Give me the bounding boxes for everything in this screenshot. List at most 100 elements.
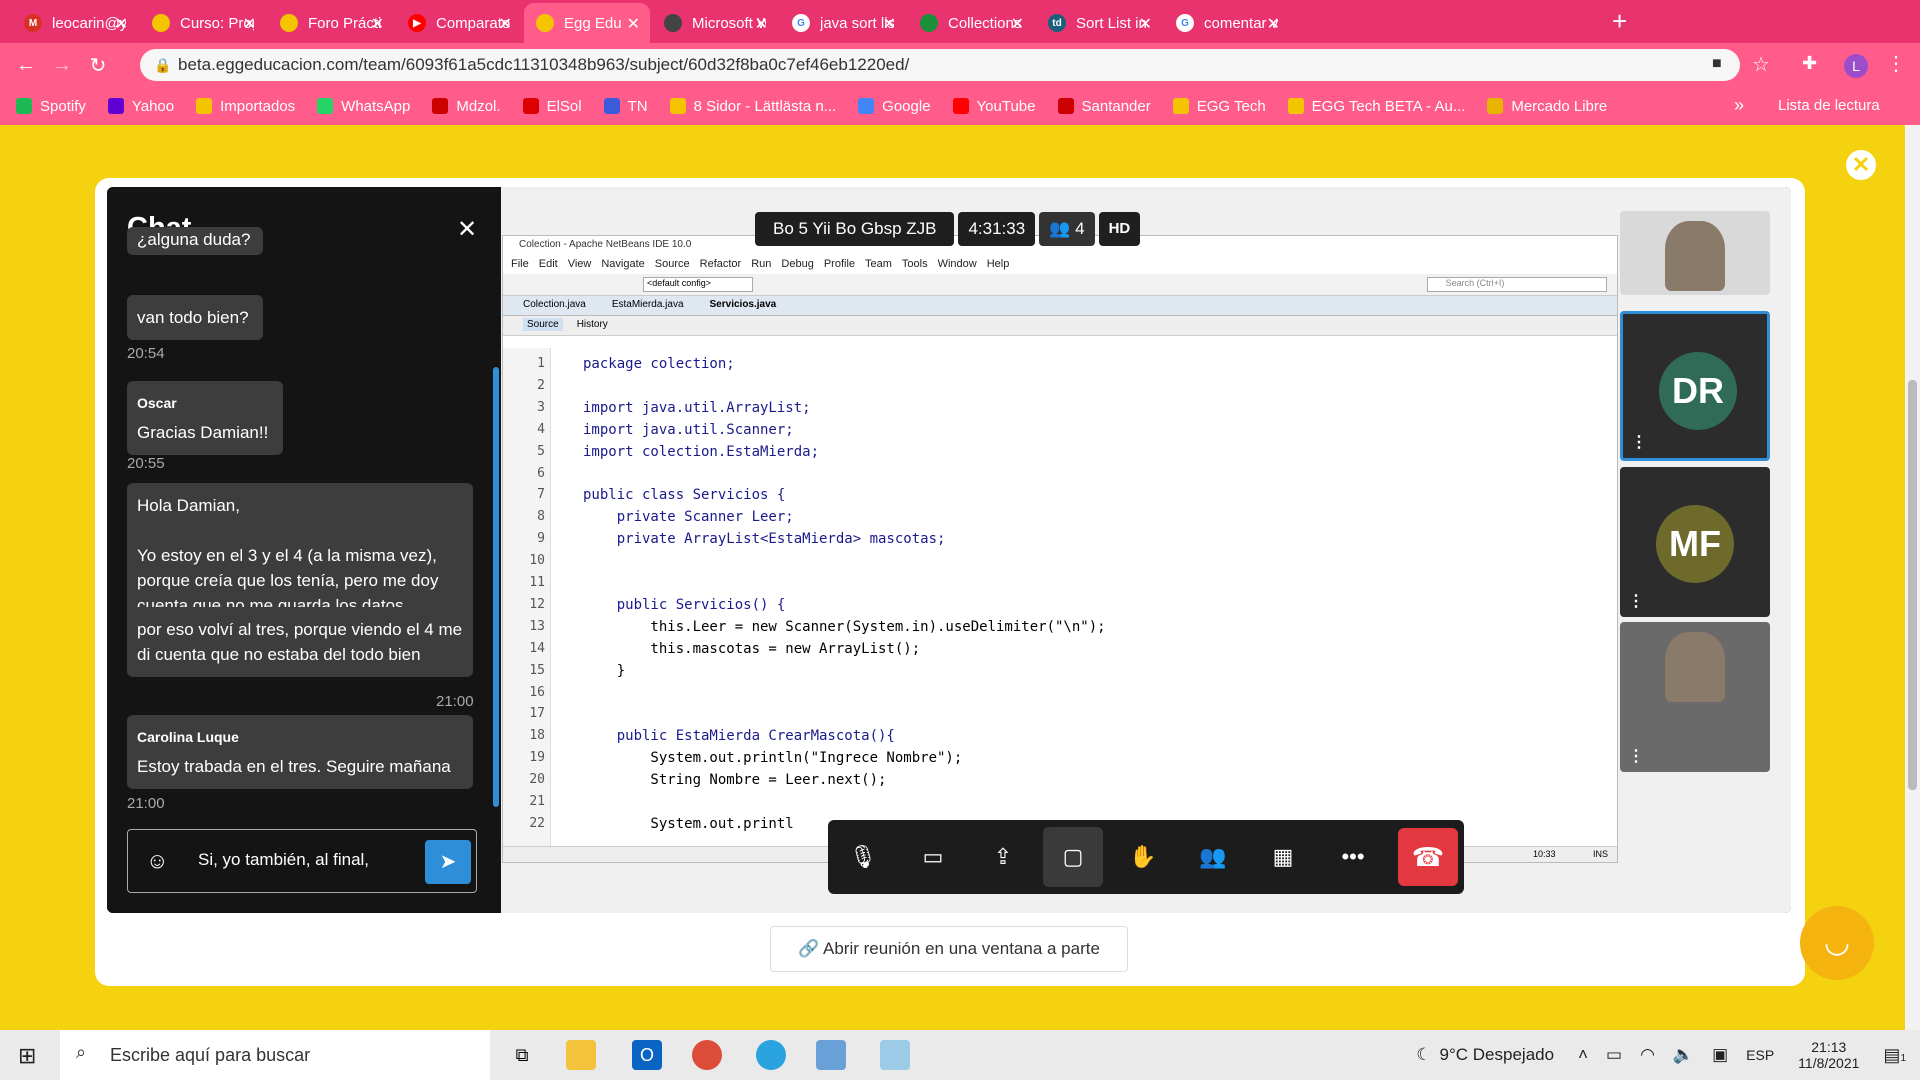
battery-icon[interactable]: ▭	[1606, 1045, 1622, 1065]
wifi-icon[interactable]: ◠	[1640, 1045, 1655, 1065]
reading-list[interactable]: Lista de lectura	[1778, 97, 1880, 114]
browser-tab[interactable]: Collections. ✕	[908, 3, 1034, 43]
emoji-icon[interactable]: ☺	[146, 848, 168, 874]
bookmark-item[interactable]: WhatsApp	[317, 98, 410, 115]
volume-icon[interactable]: 🔈	[1673, 1045, 1694, 1065]
weather-text[interactable]: 9°C Despejado	[1440, 1045, 1555, 1065]
windows-start-icon[interactable]: ⊞	[18, 1043, 36, 1069]
browser-tab[interactable]: ▶ Comparator ✕	[396, 3, 522, 43]
bookmark-item[interactable]: EGG Tech	[1172, 98, 1266, 115]
participant-tile[interactable]: ⋮	[1620, 622, 1770, 772]
ide-file-tab[interactable]: Servicios.java	[710, 299, 777, 310]
close-modal-icon[interactable]: ✕	[1846, 150, 1876, 180]
new-tab-icon[interactable]: +	[1612, 6, 1627, 37]
more-button[interactable]: •••	[1318, 820, 1388, 894]
browser-tab[interactable]: Gcomentar v ✕	[1164, 3, 1290, 43]
participant-count[interactable]: 👥 4	[1039, 212, 1095, 246]
chat-input[interactable]: ☺ Si, yo también, al final, ➤	[127, 829, 477, 893]
extensions-icon[interactable]: ✚	[1802, 53, 1817, 74]
bookmark-item[interactable]: Spotify	[16, 98, 86, 115]
browser-tab[interactable]: td Sort List in ✕	[1036, 3, 1162, 43]
chat-button[interactable]: ▢	[1043, 827, 1103, 887]
raise-hand-button[interactable]: ✋	[1108, 820, 1178, 894]
edge-icon[interactable]	[756, 1040, 786, 1070]
ide-menu-item[interactable]: Refactor	[700, 258, 742, 270]
close-tab-icon[interactable]: ✕	[755, 14, 768, 34]
chat-scrollbar[interactable]	[493, 367, 499, 807]
bookmark-item[interactable]: EGG Tech BETA - Au...	[1287, 98, 1465, 115]
bookmark-item[interactable]: Mercado Libre	[1487, 98, 1607, 115]
ide-search[interactable]: Search (Ctrl+I)	[1426, 277, 1607, 292]
ide-menu-item[interactable]: Profile	[824, 258, 855, 270]
bookmark-item[interactable]: 8 Sidor - Lättlästa n...	[669, 98, 836, 115]
tile-menu-icon[interactable]: ⋮	[1628, 746, 1644, 766]
taskbar-search[interactable]: ⌕ Escribe aquí para buscar	[60, 1030, 490, 1080]
address-bar[interactable]: 🔒 beta.eggeducacion.com/team/6093f61a5cd…	[140, 49, 1740, 81]
open-window-button[interactable]: 🔗 Abrir reunión en una ventana a parte	[770, 926, 1128, 972]
ide-menu-item[interactable]: Team	[865, 258, 892, 270]
close-tab-icon[interactable]: ✕	[243, 14, 256, 34]
ide-menu-item[interactable]: Edit	[539, 258, 558, 270]
menu-icon[interactable]: ⋮	[1886, 51, 1906, 76]
participants-button[interactable]: 👥	[1178, 820, 1248, 894]
close-tab-icon[interactable]: ✕	[1267, 14, 1280, 34]
support-chat-icon[interactable]: ◡	[1800, 906, 1874, 980]
lock-icon[interactable]: 🔒	[154, 57, 171, 74]
camera-button[interactable]: ▭	[898, 820, 968, 894]
browser-tab[interactable]: Microsoft W ✕	[652, 3, 778, 43]
profile-avatar[interactable]: L	[1844, 54, 1868, 78]
forward-icon[interactable]: →	[44, 54, 80, 77]
back-icon[interactable]: ←	[8, 54, 44, 77]
chevron-up-icon[interactable]: ˄	[1578, 1045, 1588, 1065]
notification-icon[interactable]: ▤1	[1883, 1045, 1906, 1066]
participant-tile[interactable]: DR ⋮	[1620, 311, 1770, 461]
bookmark-item[interactable]: Yahoo	[107, 98, 174, 115]
tile-view-button[interactable]: ▦	[1248, 820, 1318, 894]
hangup-button[interactable]: ☎	[1398, 828, 1458, 886]
bookmark-item[interactable]: ElSol	[522, 98, 582, 115]
ide-menu-item[interactable]: Run	[751, 258, 771, 270]
code-editor[interactable]: 1 2 3 4 5 6 7 8 9 10 11 12 13 14 15 16 17 18 19 20 21 22 pack…	[503, 348, 1603, 848]
ide-menu-item[interactable]: Navigate	[601, 258, 644, 270]
close-tab-icon[interactable]: ✕	[499, 14, 512, 34]
outlook-icon[interactable]: O	[632, 1040, 662, 1070]
chrome-icon[interactable]	[692, 1040, 722, 1070]
reload-icon[interactable]: ↻	[80, 53, 116, 78]
page-scrollbar[interactable]	[1905, 125, 1920, 1030]
ide-source-tab[interactable]: Source	[523, 318, 563, 331]
task-view-icon[interactable]: ⧉	[507, 1040, 537, 1070]
browser-tab[interactable]: Gjava sort list ✕	[780, 3, 906, 43]
bookmark-item[interactable]: YouTube	[952, 98, 1036, 115]
ide-menu-item[interactable]: Help	[987, 258, 1010, 270]
bookmark-item[interactable]: Mdzol.	[432, 98, 501, 115]
participant-tile[interactable]: MF ⋮	[1620, 467, 1770, 617]
bookmarks-overflow-icon[interactable]: »	[1734, 95, 1744, 116]
browser-tab[interactable]: Curso: Prog ✕	[140, 3, 266, 43]
ide-menu-item[interactable]: File	[511, 258, 529, 270]
ide-menu-item[interactable]: View	[568, 258, 592, 270]
participant-tile[interactable]	[1620, 211, 1770, 295]
browser-tab[interactable]: Mleocarin@y ✕	[12, 3, 138, 43]
close-tab-icon[interactable]: ✕	[115, 14, 128, 34]
browser-tab[interactable]: Foro Prácti ✕	[268, 3, 394, 43]
ide-menu-item[interactable]: Window	[938, 258, 977, 270]
file-explorer-icon[interactable]	[566, 1040, 596, 1070]
close-tab-icon[interactable]: ✕	[371, 14, 384, 34]
close-tab-icon[interactable]: ✕	[627, 14, 640, 34]
clock[interactable]: 21:13 11/8/2021	[1798, 1039, 1859, 1071]
close-chat-icon[interactable]: ✕	[457, 215, 477, 244]
close-tab-icon[interactable]: ✕	[1011, 14, 1024, 34]
ide-menu-item[interactable]: Tools	[902, 258, 928, 270]
ide-file-tab[interactable]: EstaMierda.java	[612, 299, 684, 310]
ide-menu-item[interactable]: Debug	[781, 258, 813, 270]
app-pen-icon[interactable]	[880, 1040, 910, 1070]
send-button[interactable]: ➤	[425, 840, 471, 884]
browser-tab[interactable]: Egg Edu ✕	[524, 3, 650, 43]
ide-menu-item[interactable]: Source	[655, 258, 690, 270]
bookmark-item[interactable]: Google	[858, 98, 931, 115]
close-tab-icon[interactable]: ✕	[1139, 14, 1152, 34]
star-icon[interactable]: ☆	[1752, 52, 1770, 77]
app-cube-icon[interactable]	[816, 1040, 846, 1070]
ide-source-tab[interactable]: History	[577, 319, 608, 330]
meet-now-icon[interactable]: ▣	[1712, 1045, 1728, 1065]
